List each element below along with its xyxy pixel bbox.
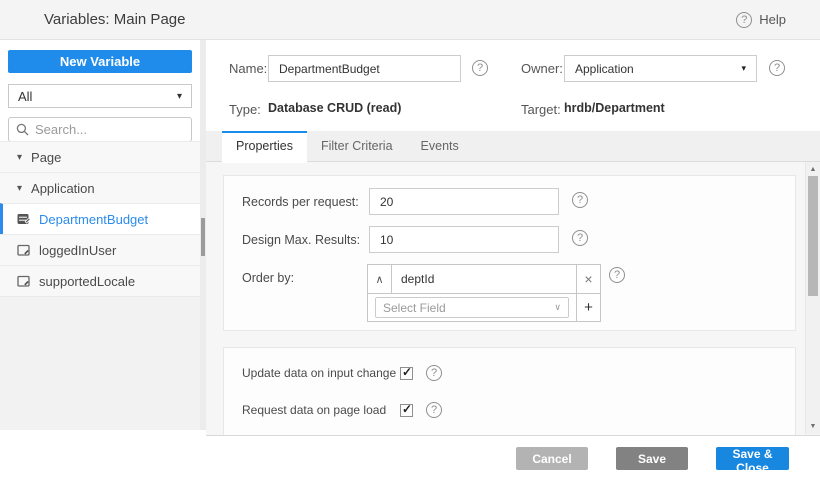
dialog-footer: Cancel Save Save & Close [0,436,820,488]
sidebar-scrollbar-thumb[interactable] [201,218,205,256]
design-max-results-help-icon[interactable]: ? [572,230,588,246]
add-order-field-button[interactable]: + [576,294,600,321]
new-variable-button[interactable]: New Variable [8,50,192,73]
search-icon [16,123,29,136]
tab-properties[interactable]: Properties [222,131,307,163]
save-and-close-button[interactable]: Save & Close [716,447,789,475]
chevron-down-icon[interactable]: ▾ [17,183,22,194]
tree-item-label: Application [31,180,95,196]
scroll-down-icon[interactable]: ▼ [806,423,820,430]
sidebar-item-application[interactable]: ▾ Application [0,172,200,203]
help-label: Help [759,12,786,27]
properties-tab-content: Records per request: ? Design Max. Resul… [206,162,820,436]
cancel-button[interactable]: Cancel [516,447,588,470]
update-on-input-change-label: Update data on input change [242,366,397,380]
tree-item-label: loggedInUser [39,242,117,258]
content-scrollbar-thumb[interactable] [808,176,818,296]
scroll-up-icon[interactable]: ▲ [806,166,820,173]
design-max-results-field[interactable] [369,226,559,253]
page-title: Variables: Main Page [44,11,186,28]
tree-item-label: supportedLocale [39,273,136,289]
design-max-results-label: Design Max. Results: [242,233,361,247]
chevron-down-icon: ∨ [554,302,561,312]
help-icon: ? [736,11,753,28]
tree-item-label: Page [31,149,62,165]
database-crud-variable-icon [17,213,31,226]
sidebar-item-supportedlocale[interactable]: supportedLocale [0,265,200,296]
close-icon: × [584,271,593,287]
content-scrollbar[interactable]: ▲ ▼ [805,162,820,434]
tab-filter-criteria[interactable]: Filter Criteria [307,131,407,161]
owner-help-icon[interactable]: ? [769,60,785,76]
search-input[interactable] [35,122,184,137]
chevron-down-icon: ▾ [741,63,746,73]
type-value: Database CRUD (read) [268,101,402,115]
name-help-icon[interactable]: ? [472,60,488,76]
variables-tree: ▾ Page ▾ Application DepartmentBudget lo… [0,141,200,296]
sort-direction-button[interactable]: ∧ [368,265,392,293]
order-by-select-wrap: Select Field ∨ [368,294,576,321]
variable-search-box[interactable] [8,117,192,142]
request-settings-group: Records per request: ? Design Max. Resul… [223,175,796,331]
target-value: hrdb/Department [564,101,665,115]
order-by-help-icon[interactable]: ? [609,267,625,283]
save-button[interactable]: Save [616,447,688,470]
static-variable-icon [17,244,31,257]
records-per-request-help-icon[interactable]: ? [572,192,588,208]
plus-icon: + [584,299,593,316]
select-field-placeholder: Select Field [383,300,446,315]
variable-detail-panel: Name: * ? Owner: * Application ▾ ? Type:… [206,40,820,436]
update-on-input-change-row: Update data on input change ? [242,365,442,381]
order-by-editor: ∧ × Select Field ∨ [367,264,601,322]
records-per-request-field[interactable] [369,188,559,215]
chevron-down-icon: ▾ [176,90,182,102]
order-by-add-row: Select Field ∨ + [368,293,600,321]
variables-dialog: Variables: Main Page ? Help New Variable… [0,0,820,488]
request-on-page-load-checkbox[interactable] [400,402,413,417]
detail-tabbar: Properties Filter Criteria Events [206,131,820,163]
owner-select-value: Application [575,61,634,76]
sidebar-item-loggedinuser[interactable]: loggedInUser [0,234,200,265]
request-on-page-load-help-icon[interactable]: ? [426,402,442,418]
update-on-input-change-help-icon[interactable]: ? [426,365,442,381]
request-on-page-load-row: Request data on page load ? [242,402,442,418]
name-field[interactable] [268,55,461,82]
name-label-text: Name: [229,61,268,76]
tree-item-label: DepartmentBudget [39,211,149,227]
sidebar-item-page[interactable]: ▾ Page [0,141,200,172]
dialog-header: Variables: Main Page ? Help [0,0,820,40]
target-label: Target: [521,102,561,117]
chevron-down-icon[interactable]: ▾ [17,152,22,163]
variables-sidebar: New Variable All ▾ ▾ Page ▾ Application [0,40,200,430]
records-per-request-label: Records per request: [242,195,359,209]
sidebar-empty-area [0,296,200,430]
variable-filter-value: All [18,88,33,104]
sort-asc-icon: ∧ [375,273,384,286]
remove-order-field-button[interactable]: × [576,265,600,293]
owner-label-text: Owner: [521,61,563,76]
select-field-dropdown[interactable]: Select Field ∨ [375,297,569,318]
tab-events[interactable]: Events [407,131,473,161]
order-by-field-input[interactable] [392,265,576,293]
owner-select[interactable]: Application ▾ [564,55,757,82]
update-on-input-change-checkbox[interactable] [400,365,413,380]
help-button[interactable]: ? Help [736,11,786,28]
order-by-label: Order by: [242,271,295,285]
request-on-page-load-label: Request data on page load [242,403,387,417]
sidebar-item-departmentbudget[interactable]: DepartmentBudget [0,203,200,234]
order-by-row: ∧ × [368,265,600,293]
static-variable-icon [17,275,31,288]
type-label: Type: [229,102,261,117]
variable-filter-select[interactable]: All ▾ [8,84,192,108]
behavior-settings-group: Update data on input change ? Request da… [223,347,796,435]
